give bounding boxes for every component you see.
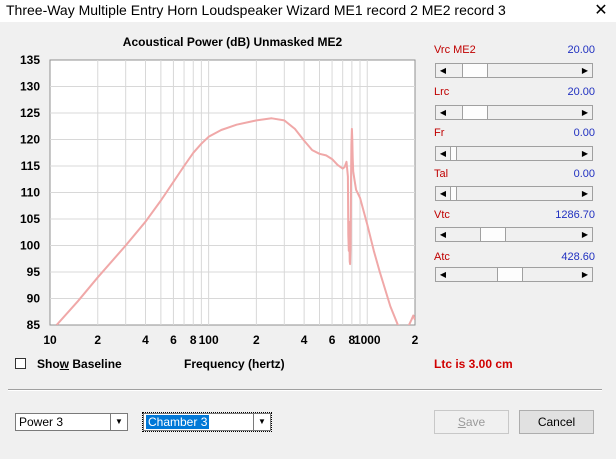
x-tick-label: 2 [94,333,101,347]
save-button[interactable]: Save [434,410,509,434]
scroll-left-icon[interactable]: ◀ [436,228,450,241]
x-axis-label: Frequency (hertz) [184,357,285,371]
show-baseline-text: Show Baseline [37,357,122,371]
slider-thumb[interactable] [450,147,457,160]
y-tick-label: 125 [20,106,40,120]
x-tick-label: 10 [43,333,57,347]
chevron-down-icon[interactable]: ▼ [253,414,270,430]
slider-label-lrc: Lrc [434,86,450,98]
slider-label-vtc: Vtc [434,209,450,221]
slider-thumb[interactable] [479,228,506,241]
scroll-right-icon[interactable]: ▶ [578,268,592,281]
slider-label-vrc: Vrc ME2 [434,44,476,56]
status-message: Ltc is 3.00 cm [434,357,513,371]
save-label: Save [457,415,486,429]
y-tick-label: 110 [21,186,41,200]
slider-tal[interactable]: ◀ ▶ [435,186,593,201]
scroll-left-icon[interactable]: ◀ [436,268,450,281]
show-baseline-checkbox[interactable] [15,358,26,369]
y-tick-label: 130 [20,80,40,94]
slider-value-vrc: 20.00 [567,44,595,56]
x-tick-label: 2 [412,333,419,347]
x-tick-label: 1000 [354,333,381,347]
slider-thumb[interactable] [462,106,489,119]
cancel-button[interactable]: Cancel [519,410,594,434]
close-icon[interactable]: ✕ [588,1,614,21]
slider-label-fr: Fr [434,127,445,139]
x-tick-label: 2 [253,333,260,347]
window-title: Three-Way Multiple Entry Horn Loudspeake… [6,2,506,18]
x-tick-label: 6 [329,333,336,347]
x-tick-label: 100 [199,333,219,347]
power-select-value: Power 3 [19,415,64,429]
scroll-right-icon[interactable]: ▶ [578,147,592,160]
title-bar: Three-Way Multiple Entry Horn Loudspeake… [0,0,616,22]
x-tick-label: 6 [170,333,177,347]
y-tick-label: 85 [27,318,41,332]
scroll-right-icon[interactable]: ▶ [578,106,592,119]
slider-value-lrc: 20.00 [567,86,595,98]
x-tick-label: 8 [190,333,197,347]
scroll-left-icon[interactable]: ◀ [436,106,450,119]
slider-atc[interactable]: ◀ ▶ [435,267,593,282]
slider-value-atc: 428.60 [561,251,595,263]
scroll-left-icon[interactable]: ◀ [436,147,450,160]
divider [8,389,602,391]
slider-thumb[interactable] [450,187,457,200]
x-tick-label: 4 [142,333,149,347]
y-tick-label: 115 [21,159,41,173]
slider-vtc[interactable]: ◀ ▶ [435,227,593,242]
y-tick-label: 135 [20,53,40,67]
chart-title: Acoustical Power (dB) Unmasked ME2 [122,35,343,49]
slider-label-atc: Atc [434,251,450,263]
scroll-right-icon[interactable]: ▶ [578,187,592,200]
slider-fr[interactable]: ◀ ▶ [435,146,593,161]
slider-value-vtc: 1286.70 [555,209,595,221]
slider-label-tal: Tal [434,168,449,180]
chevron-down-icon[interactable]: ▼ [110,414,127,430]
scroll-right-icon[interactable]: ▶ [578,64,592,77]
slider-vrc[interactable]: ◀ ▶ [435,63,593,78]
slider-thumb[interactable] [462,64,489,77]
scroll-left-icon[interactable]: ◀ [436,187,450,200]
y-tick-label: 105 [20,212,40,226]
y-tick-label: 100 [20,239,40,253]
y-tick-label: 95 [27,265,41,279]
y-tick-label: 90 [27,292,41,306]
y-tick-label: 120 [20,133,40,147]
show-baseline-label[interactable]: Show Baseline [37,357,122,371]
chamber-select-value: Chamber 3 [146,415,210,429]
slider-value-fr: 0.00 [573,127,595,139]
scroll-left-icon[interactable]: ◀ [436,64,450,77]
acoustical-power-chart: 85909510010511011512012513013510 2 4 6 8 100 2… [20,53,419,347]
x-tick-label: 4 [301,333,308,347]
chamber-select[interactable]: Chamber 3 ▼ [142,412,272,432]
power-select[interactable]: Power 3 ▼ [15,413,128,431]
slider-lrc[interactable]: ◀ ▶ [435,105,593,120]
slider-value-tal: 0.00 [573,168,595,180]
slider-thumb[interactable] [496,268,523,281]
scroll-right-icon[interactable]: ▶ [578,228,592,241]
